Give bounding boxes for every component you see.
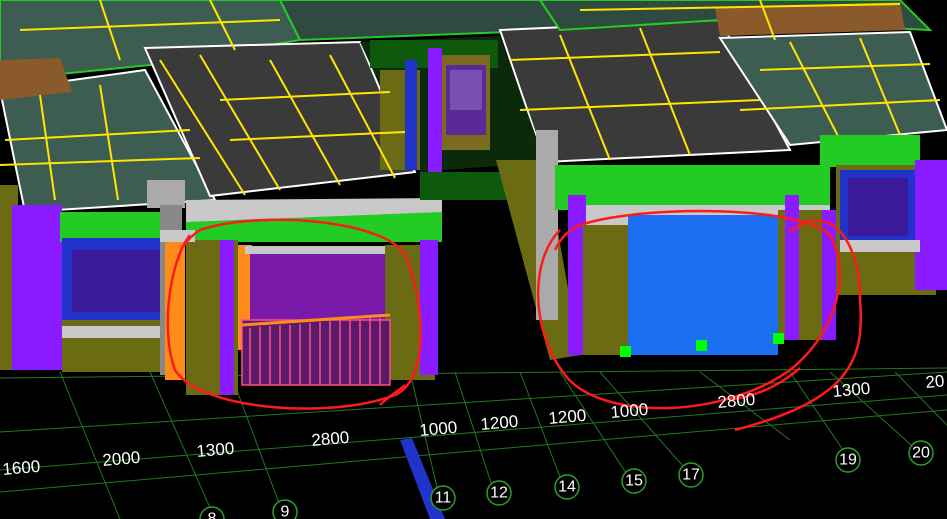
dimension-label: 1300	[832, 379, 871, 401]
axis-bubble: 20	[908, 440, 934, 466]
3d-model-viewport[interactable]: 1600 2000 1300 2800 1000 1200 1200 1000 …	[0, 0, 947, 519]
axis-bubble: 9	[272, 499, 298, 519]
svg-text:20: 20	[912, 445, 930, 462]
dimension-label: 20	[925, 371, 946, 392]
dimension-label: 1300	[196, 439, 235, 461]
svg-text:12: 12	[490, 485, 508, 502]
dimension-label: 1000	[419, 418, 458, 440]
axis-bubble: 17	[678, 462, 704, 488]
axis-bubble: 15	[621, 468, 647, 494]
svg-text:17: 17	[682, 467, 700, 484]
balcony-railing[interactable]	[241, 313, 391, 386]
axis-bubble: 14	[554, 474, 580, 500]
dimension-label: 2800	[311, 428, 350, 450]
svg-text:8: 8	[208, 511, 217, 519]
dimension-label: 2000	[102, 448, 141, 470]
dimension-label: 1000	[610, 400, 649, 422]
dimension-label: 1200	[480, 412, 519, 434]
dimension-label: 1200	[548, 406, 587, 428]
axis-bubble: 12	[486, 480, 512, 506]
dimension-label: 2800	[717, 390, 756, 412]
svg-text:15: 15	[625, 473, 643, 490]
grip-handle	[696, 340, 707, 351]
axis-bubble: 11	[430, 485, 456, 511]
grip-handle	[773, 333, 784, 344]
grip-handle	[620, 346, 631, 357]
dimension-label: 1600	[2, 457, 41, 479]
svg-text:14: 14	[558, 479, 576, 496]
svg-text:19: 19	[839, 452, 857, 469]
svg-text:9: 9	[281, 504, 290, 519]
svg-text:11: 11	[435, 490, 452, 507]
axis-bubble: 19	[835, 447, 861, 473]
